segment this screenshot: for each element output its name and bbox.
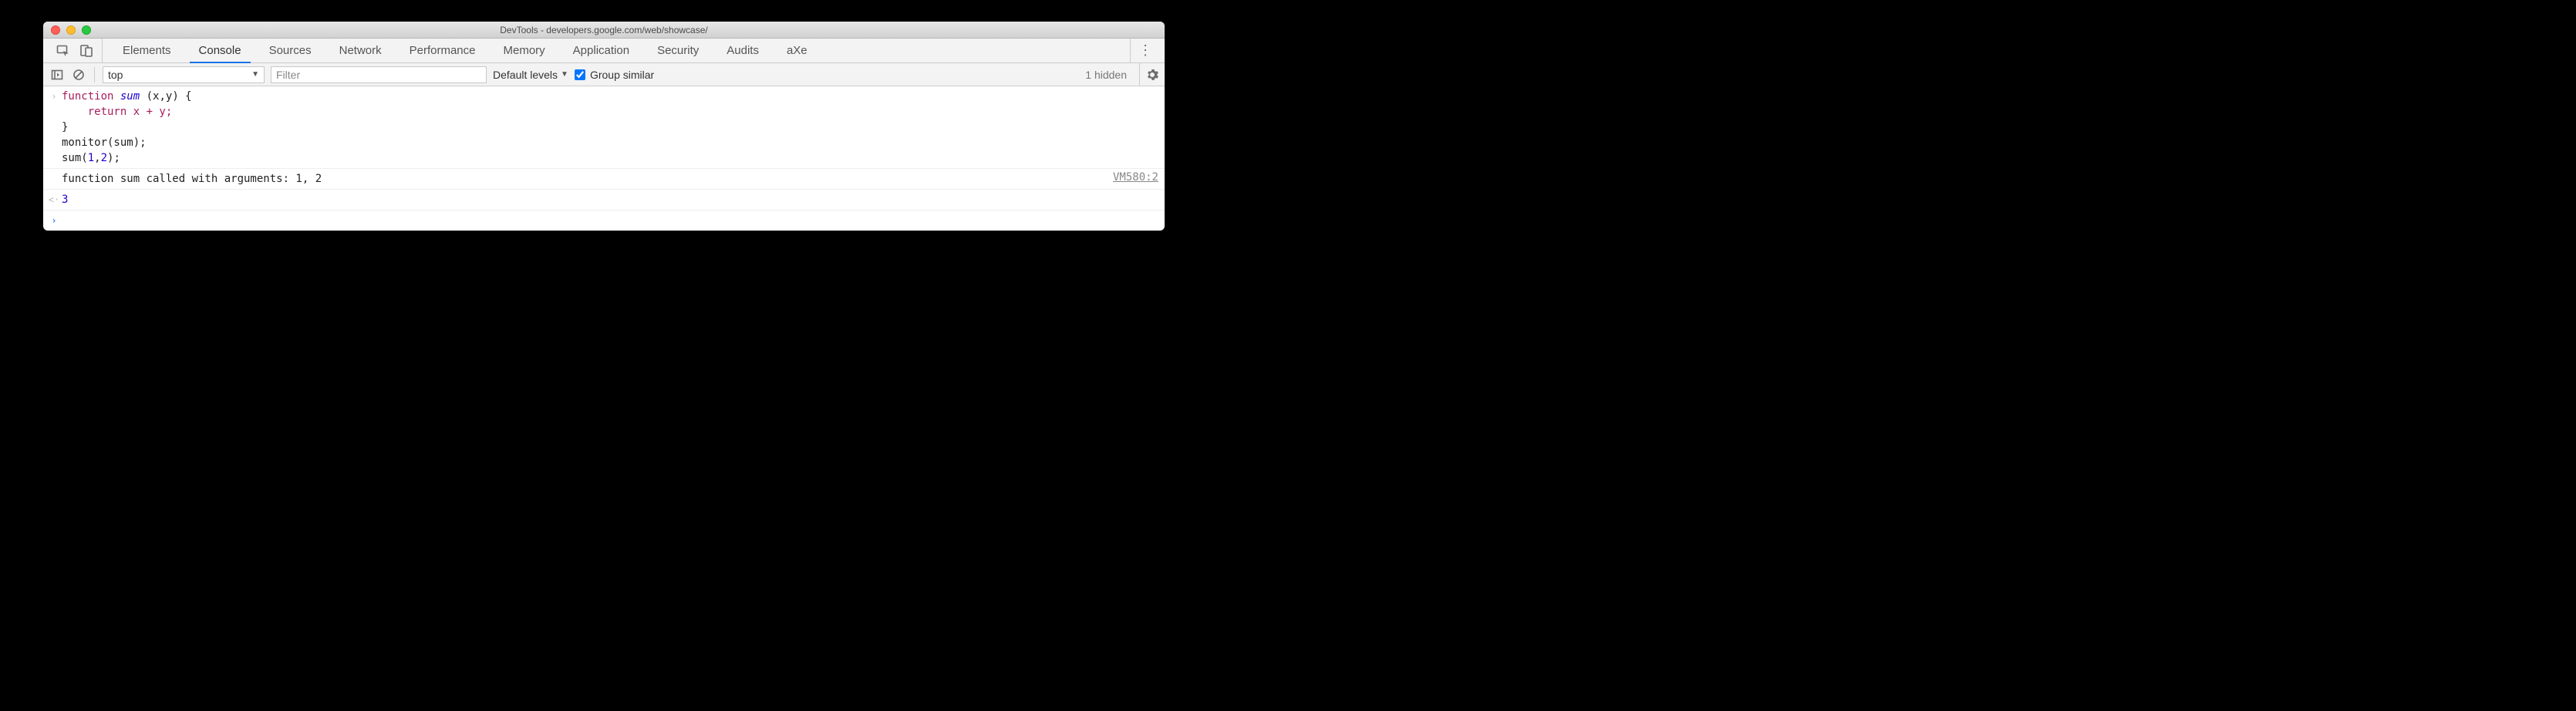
console-settings-icon[interactable] xyxy=(1139,63,1158,86)
tab-performance[interactable]: Performance xyxy=(396,39,490,62)
device-toolbar-icon[interactable] xyxy=(79,43,94,59)
prompt-caret-icon: › xyxy=(46,213,62,228)
tab-security[interactable]: Security xyxy=(643,39,713,62)
log-message: function sum called with arguments: 1, 2 xyxy=(62,171,1113,187)
tab-sources[interactable]: Sources xyxy=(255,39,325,62)
tab-elements[interactable]: Elements xyxy=(109,39,185,62)
dropdown-arrow-icon: ▼ xyxy=(251,70,259,79)
tab-network[interactable]: Network xyxy=(325,39,396,62)
context-label: top xyxy=(108,69,123,81)
input-code: function sum (x,y) { return x + y; } mon… xyxy=(62,89,1158,166)
return-value: 3 xyxy=(62,192,1158,207)
input-caret-icon: › xyxy=(46,89,62,104)
inspect-element-icon[interactable] xyxy=(56,43,71,59)
group-similar-label: Group similar xyxy=(590,69,654,81)
console-input-row[interactable]: › function sum (x,y) { return x + y; } m… xyxy=(43,86,1165,169)
tabs-right-tools: ⋮ xyxy=(1130,39,1160,62)
tab-console[interactable]: Console xyxy=(185,39,255,62)
tabs-left-tools xyxy=(48,39,103,62)
titlebar: DevTools - developers.google.com/web/sho… xyxy=(43,22,1165,39)
execution-context-select[interactable]: top ▼ xyxy=(103,66,265,83)
group-similar-input[interactable] xyxy=(575,69,585,80)
more-options-icon[interactable]: ⋮ xyxy=(1138,42,1152,59)
clear-console-icon[interactable] xyxy=(71,67,86,83)
group-similar-checkbox[interactable]: Group similar xyxy=(575,69,654,81)
tab-application[interactable]: Application xyxy=(559,39,643,62)
console-prompt-row[interactable]: › xyxy=(43,211,1165,231)
window-title: DevTools - developers.google.com/web/sho… xyxy=(43,25,1165,35)
toggle-console-sidebar-icon[interactable] xyxy=(49,67,65,83)
devtools-window: DevTools - developers.google.com/web/sho… xyxy=(43,22,1165,231)
console-output: › function sum (x,y) { return x + y; } m… xyxy=(43,86,1165,231)
hidden-messages-count[interactable]: 1 hidden xyxy=(1085,69,1127,81)
levels-label: Default levels xyxy=(493,69,558,81)
filter-input[interactable] xyxy=(271,66,487,83)
tab-audits[interactable]: Audits xyxy=(713,39,773,62)
tab-memory[interactable]: Memory xyxy=(490,39,559,62)
console-toolbar: top ▼ Default levels ▼ Group similar 1 h… xyxy=(43,63,1165,86)
log-levels-select[interactable]: Default levels ▼ xyxy=(493,69,568,81)
console-log-row: function sum called with arguments: 1, 2… xyxy=(43,169,1165,190)
return-caret-icon: <· xyxy=(46,192,62,207)
tab-axe[interactable]: aXe xyxy=(773,39,821,62)
console-return-row: <· 3 xyxy=(43,190,1165,211)
panel-tabs: Elements Console Sources Network Perform… xyxy=(43,39,1165,63)
log-source-link[interactable]: VM580:2 xyxy=(1113,171,1158,184)
dropdown-arrow-icon: ▼ xyxy=(561,70,568,79)
